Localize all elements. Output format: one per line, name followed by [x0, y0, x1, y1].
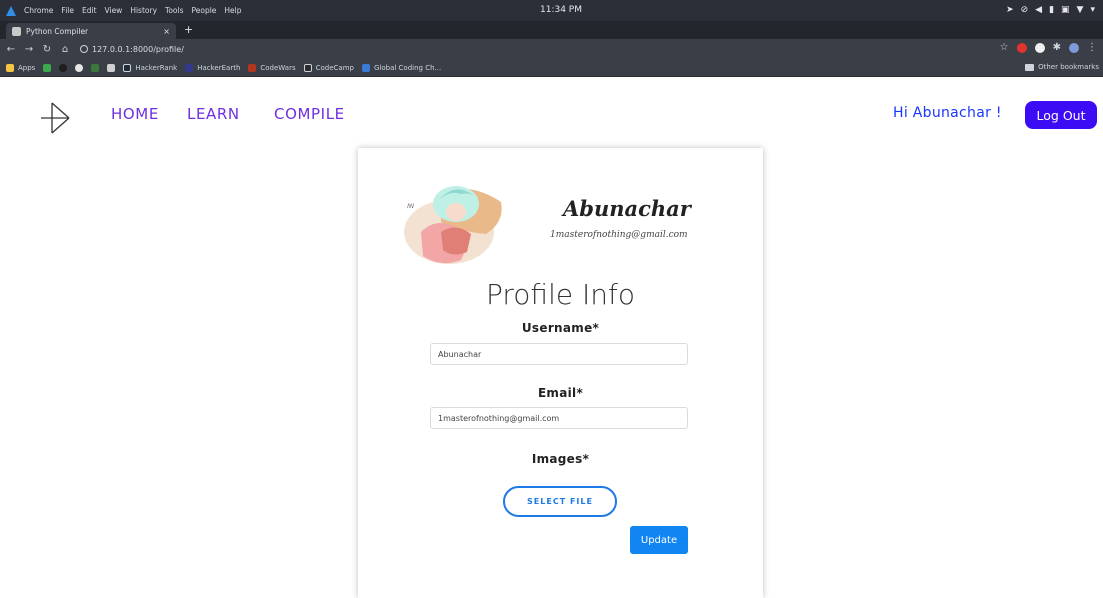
new-tab-button[interactable]: + — [184, 23, 193, 36]
bookmark-star-icon[interactable]: ☆ — [1000, 43, 1009, 53]
menu-history[interactable]: History — [130, 6, 157, 15]
battery-icon[interactable]: ▮ — [1049, 5, 1054, 15]
nav-home-link[interactable]: HOME — [111, 105, 159, 123]
extension-block-icon[interactable] — [1034, 43, 1045, 53]
menu-people[interactable]: People — [192, 6, 217, 15]
codecamp-icon — [303, 63, 312, 72]
chrome-menu-icon[interactable]: ⋮ — [1087, 43, 1097, 53]
update-button[interactable]: Update — [630, 526, 688, 554]
apps-grid-icon — [6, 63, 14, 72]
keyboard-icon[interactable]: ▣ — [1061, 5, 1070, 15]
bookmark-global-coding[interactable]: Global Coding Ch... — [361, 63, 442, 72]
user-greeting: Hi Abunachar ! — [893, 105, 1002, 121]
tab-favicon-icon — [12, 26, 21, 36]
tab-close-button[interactable]: × — [163, 27, 170, 36]
bookmark-apps-label: Apps — [18, 63, 36, 72]
browser-tab[interactable]: Python Compiler × — [6, 23, 176, 39]
tab-strip: Python Compiler × + — [0, 21, 1103, 39]
url-text[interactable]: 127.0.0.1:8000/profile/ — [92, 45, 184, 54]
back-icon[interactable]: ← — [4, 44, 18, 55]
global-coding-icon — [361, 63, 370, 72]
bookmark-hackerrank[interactable]: HackerRank — [123, 63, 178, 72]
home-icon[interactable]: ⌂ — [58, 44, 72, 55]
menu-view[interactable]: View — [105, 6, 123, 15]
svg-text:ꟿ: ꟿ — [407, 203, 414, 210]
email-label: Email* — [537, 386, 584, 400]
bookmark-circle-icon[interactable] — [75, 63, 84, 72]
images-label: Images* — [531, 452, 590, 466]
extension-puzzle-icon[interactable]: ✱ — [1053, 43, 1061, 53]
link-icon[interactable]: ⊘ — [1021, 5, 1029, 15]
folder-icon — [1025, 63, 1035, 71]
bookmark-codecamp-label: CodeCamp — [315, 63, 354, 72]
menu-edit[interactable]: Edit — [82, 6, 97, 15]
hackerearth-icon — [185, 63, 194, 72]
bookmark-codewars[interactable]: CodeWars — [248, 63, 296, 72]
bookmark-hackerearth[interactable]: HackerEarth — [185, 63, 241, 72]
page-title: Profile Info — [486, 278, 635, 311]
system-clock[interactable]: 11:34 PM — [540, 5, 582, 15]
volume-icon[interactable]: ◀ — [1035, 5, 1042, 15]
system-tray: ➤ ⊘ ◀ ▮ ▣ ▼ ▾ — [1006, 5, 1095, 15]
os-top-bar: Chrome File Edit View History Tools Peop… — [0, 0, 1103, 21]
tab-title: Python Compiler — [26, 26, 89, 36]
menu-help[interactable]: Help — [224, 6, 241, 15]
bookmark-global-coding-label: Global Coding Ch... — [373, 63, 442, 72]
profile-avatar-image: ꟿ — [404, 186, 502, 264]
menu-file[interactable]: File — [61, 6, 74, 15]
email-input[interactable]: 1masterofnothing@gmail.com — [430, 407, 688, 429]
select-file-button[interactable]: SELECT FILE — [503, 486, 617, 517]
bookmark-codecamp[interactable]: CodeCamp — [303, 63, 354, 72]
username-label: Username* — [521, 321, 600, 335]
dropdown-icon[interactable]: ▾ — [1090, 5, 1095, 15]
nav-compile-link[interactable]: COMPILE — [274, 105, 345, 123]
nav-learn-link[interactable]: LEARN — [187, 105, 240, 123]
extension-icons: ☆ ✱ ⋮ — [1000, 43, 1097, 53]
other-bookmarks[interactable]: Other bookmarks — [1025, 63, 1099, 71]
url-field[interactable]: 127.0.0.1:8000/profile/ — [80, 45, 184, 54]
codewars-icon — [248, 63, 257, 72]
profile-display-name: Abunachar — [563, 196, 691, 221]
send-icon[interactable]: ➤ — [1006, 5, 1014, 15]
logout-button[interactable]: Log Out — [1025, 101, 1097, 129]
app-menu-chrome[interactable]: Chrome — [24, 6, 53, 15]
site-info-icon[interactable] — [80, 45, 88, 53]
site-logo-icon[interactable] — [38, 101, 72, 135]
os-logo-icon[interactable] — [6, 5, 16, 16]
username-input[interactable]: Abunachar — [430, 343, 688, 365]
bookmark-hackerrank-label: HackerRank — [135, 63, 178, 72]
bookmark-green-icon[interactable] — [43, 63, 52, 72]
wifi-icon[interactable]: ▼ — [1077, 5, 1084, 15]
bookmark-hackerearth-label: HackerEarth — [197, 63, 241, 72]
address-bar: ← → ↻ ⌂ 127.0.0.1:8000/profile/ ☆ ✱ ⋮ — [0, 39, 1103, 59]
bookmark-box-icon[interactable] — [107, 63, 116, 72]
menu-tools[interactable]: Tools — [165, 6, 183, 15]
bookmark-dash-icon[interactable] — [91, 63, 100, 72]
bookmarks-bar: Apps HackerRank HackerEarth CodeWars Cod… — [0, 59, 1103, 77]
site-header: HOME LEARN COMPILE Hi Abunachar ! Log Ou… — [0, 77, 1103, 147]
hackerrank-icon — [123, 63, 132, 72]
other-bookmarks-label: Other bookmarks — [1038, 63, 1099, 71]
profile-display-email: 1masterofnothing@gmail.com — [550, 230, 688, 240]
bookmark-github-icon[interactable] — [59, 63, 68, 72]
bookmark-apps[interactable]: Apps — [6, 63, 36, 72]
forward-icon[interactable]: → — [22, 44, 36, 55]
bookmark-codewars-label: CodeWars — [260, 63, 296, 72]
profile-avatar-icon[interactable] — [1069, 43, 1079, 53]
profile-card: ꟿ Abunachar 1masterofnothing@gmail.com P… — [358, 148, 763, 598]
reload-icon[interactable]: ↻ — [40, 44, 54, 55]
extension-red-icon[interactable] — [1016, 43, 1027, 53]
